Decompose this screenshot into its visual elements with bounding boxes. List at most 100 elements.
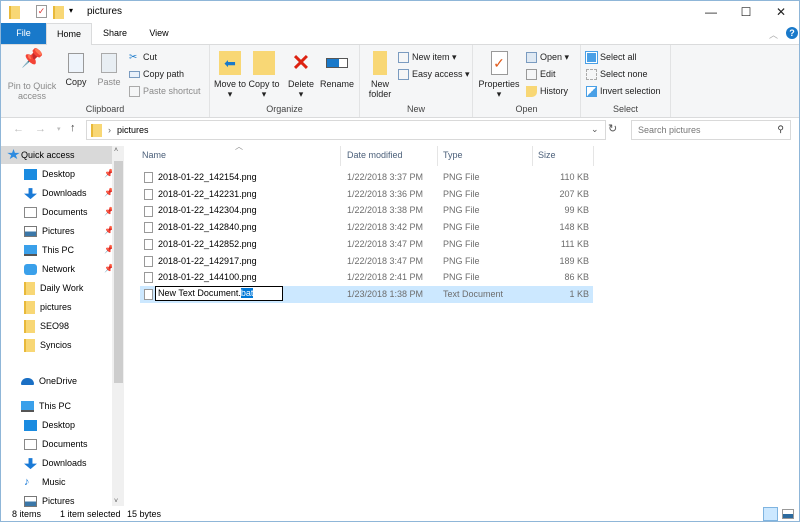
up-button[interactable]: ↑	[70, 122, 76, 134]
delete-button[interactable]: ✕ Delete ▾	[286, 50, 316, 100]
close-button[interactable]: ✕	[764, 1, 798, 23]
invert-selection-icon	[586, 86, 597, 98]
open-button[interactable]: Open ▾	[526, 49, 569, 65]
scroll-up-icon[interactable]: ˄	[114, 147, 118, 154]
address-bar[interactable]: › pictures ⌄	[86, 120, 606, 140]
pin-to-quick-access-button[interactable]: 📌 Pin to Quick access	[5, 49, 59, 101]
rename-button[interactable]: Rename	[318, 51, 356, 89]
customize-quick-access-icon[interactable]: ▾	[69, 6, 73, 15]
nav-item-label: This PC	[42, 245, 75, 255]
breadcrumb-pictures[interactable]: pictures	[117, 125, 149, 135]
file-size: 86 KB	[564, 272, 589, 283]
tab-view[interactable]: View	[137, 23, 181, 44]
invert-selection-button[interactable]: Invert selection	[586, 83, 661, 99]
nav-item-downloads[interactable]: Downloads	[24, 454, 87, 472]
column-date-modified[interactable]: Date modified	[347, 150, 403, 160]
nav-item-music[interactable]: ♪ Music	[24, 473, 66, 491]
delete-x-icon: ✕	[291, 50, 311, 75]
nav-item-downloads[interactable]: Downloads 📌	[24, 184, 114, 202]
column-type[interactable]: Type	[443, 150, 463, 160]
music-icon: ♪	[24, 476, 30, 489]
maximize-button[interactable]: ☐	[729, 1, 763, 23]
help-icon[interactable]: ?	[786, 27, 798, 39]
nav-item-pictures[interactable]: pictures	[24, 298, 72, 316]
copy-icon	[68, 53, 84, 73]
file-row[interactable]: 2018-01-22_142917.png 1/22/2018 3:47 PM PN…	[140, 253, 593, 270]
rename-input[interactable]: New Text Document.bat	[155, 285, 283, 301]
file-row[interactable]: 2018-01-22_142840.png 1/22/2018 3:42 PM PN…	[140, 219, 593, 236]
open-group: ✓ Properties ▾ Open ▾ Edit History Open	[473, 45, 581, 117]
nav-item-onedrive[interactable]: OneDrive	[7, 372, 77, 390]
select-none-button[interactable]: Select none	[586, 66, 648, 82]
recent-locations-button[interactable]: ▾	[57, 125, 61, 133]
nav-item-this-pc[interactable]: This PC 📌	[24, 241, 114, 259]
tab-home[interactable]: Home	[46, 23, 92, 45]
nav-item-desktop[interactable]: Desktop 📌	[24, 165, 114, 183]
tab-file[interactable]: File	[1, 23, 46, 44]
ribbon: 📌 Pin to Quick access Copy Paste ✂ Cut Cop…	[1, 44, 799, 118]
paste-shortcut-button[interactable]: Paste shortcut	[129, 83, 201, 99]
nav-item-documents[interactable]: Documents 📌	[24, 203, 114, 221]
cut-button[interactable]: ✂ Cut	[129, 49, 157, 65]
column-size[interactable]: Size	[538, 150, 556, 160]
copy-path-button[interactable]: Copy path	[129, 66, 184, 82]
nav-item-quick-access[interactable]: Quick access	[1, 146, 112, 164]
nav-item-network[interactable]: Network 📌	[24, 260, 114, 278]
file-size: 99 KB	[564, 205, 589, 216]
new-item-button[interactable]: New item ▾	[398, 49, 457, 65]
minimize-button[interactable]: —	[694, 1, 728, 23]
back-button[interactable]: ←	[13, 123, 24, 135]
large-icons-view-button[interactable]	[782, 509, 794, 519]
scroll-down-icon[interactable]: ˅	[114, 498, 118, 505]
edit-pencil-icon	[526, 69, 537, 81]
select-all-button[interactable]: Select all	[585, 49, 637, 65]
file-row[interactable]: 2018-01-22_144100.png 1/22/2018 2:41 PM PN…	[140, 269, 593, 286]
new-folder-quick-icon[interactable]	[53, 6, 64, 19]
download-icon	[24, 458, 37, 470]
nav-scrollbar-thumb[interactable]	[114, 161, 123, 383]
file-name: 2018-01-22_142304.png	[158, 205, 257, 216]
edit-button[interactable]: Edit	[526, 66, 556, 82]
nav-item-seo98[interactable]: SEO98	[24, 317, 69, 335]
forward-button[interactable]: →	[35, 123, 46, 135]
nav-item-desktop[interactable]: Desktop	[24, 416, 75, 434]
tab-share[interactable]: Share	[93, 23, 137, 44]
file-date: 1/23/2018 1:38 PM	[347, 288, 424, 299]
file-row[interactable]: 2018-01-22_142154.png 1/22/2018 3:37 PM PN…	[140, 169, 593, 186]
column-name[interactable]: Name	[142, 150, 166, 160]
nav-item-label: Daily Work	[40, 283, 84, 293]
scissors-icon: ✂	[129, 52, 138, 64]
file-type: PNG File	[443, 255, 480, 266]
search-input[interactable]: Search pictures ⚲	[631, 120, 791, 140]
file-type: PNG File	[443, 272, 480, 283]
nav-item-label: Pictures	[42, 496, 75, 506]
file-row[interactable]: 2018-01-22_142304.png 1/22/2018 3:38 PM PN…	[140, 202, 593, 219]
history-button[interactable]: History	[526, 83, 568, 99]
move-to-button[interactable]: ⬅ Move to ▾	[214, 51, 246, 99]
organize-group-label: Organize	[266, 104, 303, 114]
address-dropdown-icon[interactable]: ⌄	[591, 124, 599, 135]
nav-item-pictures[interactable]: Pictures 📌	[24, 222, 114, 240]
file-name: 2018-01-22_142852.png	[158, 238, 257, 249]
new-folder-button[interactable]: New folder	[364, 51, 396, 99]
file-row-renaming[interactable]: New Text Document.bat 1/23/2018 1:38 PM …	[140, 285, 593, 303]
nav-item-syncios[interactable]: Syncios	[24, 336, 72, 354]
nav-item-documents[interactable]: Documents	[24, 435, 88, 453]
refresh-icon[interactable]: ↻	[608, 122, 617, 135]
details-view-button[interactable]	[763, 507, 778, 521]
copy-to-button[interactable]: Copy to ▾	[248, 51, 280, 99]
nav-item-label: This PC	[39, 401, 72, 411]
paste-button[interactable]: Paste	[94, 53, 124, 87]
properties-quick-icon[interactable]: ✓	[36, 5, 47, 18]
file-row[interactable]: 2018-01-22_142852.png 1/22/2018 3:47 PM PN…	[140, 236, 593, 253]
nav-item-label: Documents	[42, 207, 88, 217]
easy-access-button[interactable]: Easy access ▾	[398, 66, 470, 82]
collapse-ribbon-icon[interactable]: ︿	[769, 28, 778, 41]
copy-button[interactable]: Copy	[61, 53, 91, 87]
nav-item-daily-work[interactable]: Daily Work	[24, 279, 83, 297]
search-icon: ⚲	[777, 124, 784, 134]
nav-item-this-pc[interactable]: This PC	[7, 397, 71, 415]
item-count: 8 items	[12, 509, 42, 519]
file-row[interactable]: 2018-01-22_142231.png 1/22/2018 3:36 PM PN…	[140, 186, 593, 203]
properties-button[interactable]: ✓ Properties ▾	[477, 51, 521, 99]
